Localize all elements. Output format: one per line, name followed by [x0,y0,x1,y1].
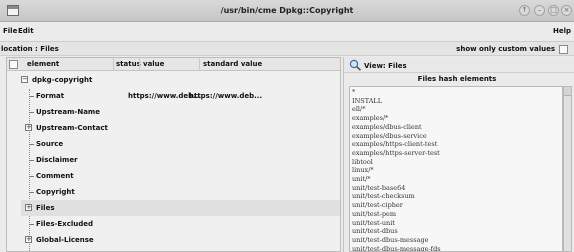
tree-header: element status value standard value [7,58,340,71]
tree-row-label: dpkg-copyright [32,76,93,84]
column-status[interactable]: status [116,60,141,68]
tree-row[interactable]: − dpkg-copyright [21,72,340,88]
hash-list-item[interactable]: examples/dbus-client [352,123,422,131]
hash-list-scrollbar[interactable] [563,86,572,252]
tree-row[interactable]: + Global-License [21,232,340,248]
menu-file[interactable]: File [3,27,17,35]
tree-connector [29,176,34,177]
tree-row-label: Upstream-Contact [36,124,108,132]
tree-connector [29,192,34,193]
tree-row-label: Source [36,140,64,148]
hash-list-item[interactable]: unit/test-dbus-message-fds [352,245,441,251]
hash-list-item[interactable]: unit/test-dbus [352,227,398,235]
column-element[interactable]: element [27,60,59,68]
hash-elements-list[interactable]: * INSTALL ell/* examples/* examples/dbus-cli… [349,86,563,252]
tree-row-label: Global-License [36,236,94,244]
tree-row-label: Format [36,92,65,100]
menu-edit[interactable]: Edit [18,27,34,35]
tree-row[interactable]: + Upstream-Contact [21,120,340,136]
tree-row-label: Copyright [36,188,75,196]
hash-list-item[interactable]: INSTALL [352,97,382,105]
tree-row-label: Upstream-Name [36,108,100,116]
expand-icon[interactable]: + [25,124,32,131]
title-bar: /usr/bin/cme Dpkg::Copyright ↑ – □ × [0,0,574,22]
hash-list-item[interactable]: * [352,88,355,96]
tree-connector [29,96,34,97]
show-only-custom-label: show only custom values [456,45,555,53]
view-pane: View: Files Files hash elements * INSTALL… [343,57,574,252]
hash-list-item[interactable]: examples/* [352,114,388,122]
hash-list-item[interactable]: libtool [352,158,373,166]
window-title: /usr/bin/cme Dpkg::Copyright [220,6,354,15]
tree-row-label: Files-Excluded [36,220,93,228]
show-only-custom-checkbox[interactable] [559,45,568,54]
tree-connector [29,224,34,225]
hash-list-item[interactable]: examples/https-client-test [352,140,437,148]
tree-row[interactable]: Comment [21,168,340,184]
minimize-icon[interactable]: – [534,5,545,16]
expand-icon[interactable]: + [25,204,32,211]
tree-connector [29,144,34,145]
tree-row[interactable]: Format https://www.deb... https://www.deb.… [21,88,340,104]
hash-list-item[interactable]: unit/* [352,175,371,183]
hash-list-item[interactable]: unit/test-dbus-message [352,236,428,244]
column-value[interactable]: value [143,60,164,68]
tree-connector [29,112,34,113]
tree-row[interactable]: + Files [21,200,340,216]
column-divider [113,58,114,71]
hash-list-item[interactable]: unit/test-pem [352,210,396,218]
tree-body: − dpkg-copyright Format https://www.deb... h… [7,72,340,252]
column-divider [139,58,140,71]
tree-row-label: Disclaimer [36,156,78,164]
hash-list-item[interactable]: unit/test-base64 [352,184,405,192]
expand-icon[interactable]: + [25,236,32,243]
hash-list-item[interactable]: unit/test-unit [352,219,395,227]
view-title: View: Files [364,62,407,70]
tree-row-standard-value: https://www.deb... [189,92,263,100]
location-text: location : Files [1,45,59,53]
menu-help[interactable]: Help [553,27,571,35]
hash-list-item[interactable]: examples/https-server-test [352,149,440,157]
close-icon[interactable]: × [561,5,572,16]
tree-row[interactable]: Files-Excluded [21,216,340,232]
hash-elements-title: Files hash elements [417,75,497,83]
tree-row[interactable]: +License [21,248,340,252]
tree-row[interactable]: Source [21,136,340,152]
magnifier-icon [349,59,362,71]
tree-corner-icon[interactable] [9,60,18,69]
hash-list-item[interactable]: examples/dbus-service [352,132,427,140]
tree-connector [29,160,34,161]
config-tree: element status value standard value − dpk… [6,57,341,252]
up-arrow-icon[interactable]: ↑ [519,5,530,16]
collapse-icon[interactable]: − [21,76,28,83]
view-header: View: Files [344,57,574,73]
hash-list-item[interactable]: unit/test-checksum [352,192,415,200]
tree-row-label: Comment [36,172,74,180]
tree-row[interactable]: Disclaimer [21,152,340,168]
hash-list-item[interactable]: linux/* [352,166,374,174]
maximize-icon[interactable]: □ [548,5,559,16]
tree-row-label: Files [36,204,55,212]
column-divider [199,58,200,71]
tree-row[interactable]: Copyright [21,184,340,200]
column-standard-value[interactable]: standard value [203,60,262,68]
hash-list-item[interactable]: unit/test-cipher [352,201,403,209]
tree-row[interactable]: Upstream-Name [21,104,340,120]
hash-list-item[interactable]: ell/* [352,105,365,113]
location-bar: location : Files show only custom values [0,42,574,56]
menu-bar: File Edit Help [0,22,574,42]
scroll-up-arrow-icon[interactable] [564,87,571,96]
